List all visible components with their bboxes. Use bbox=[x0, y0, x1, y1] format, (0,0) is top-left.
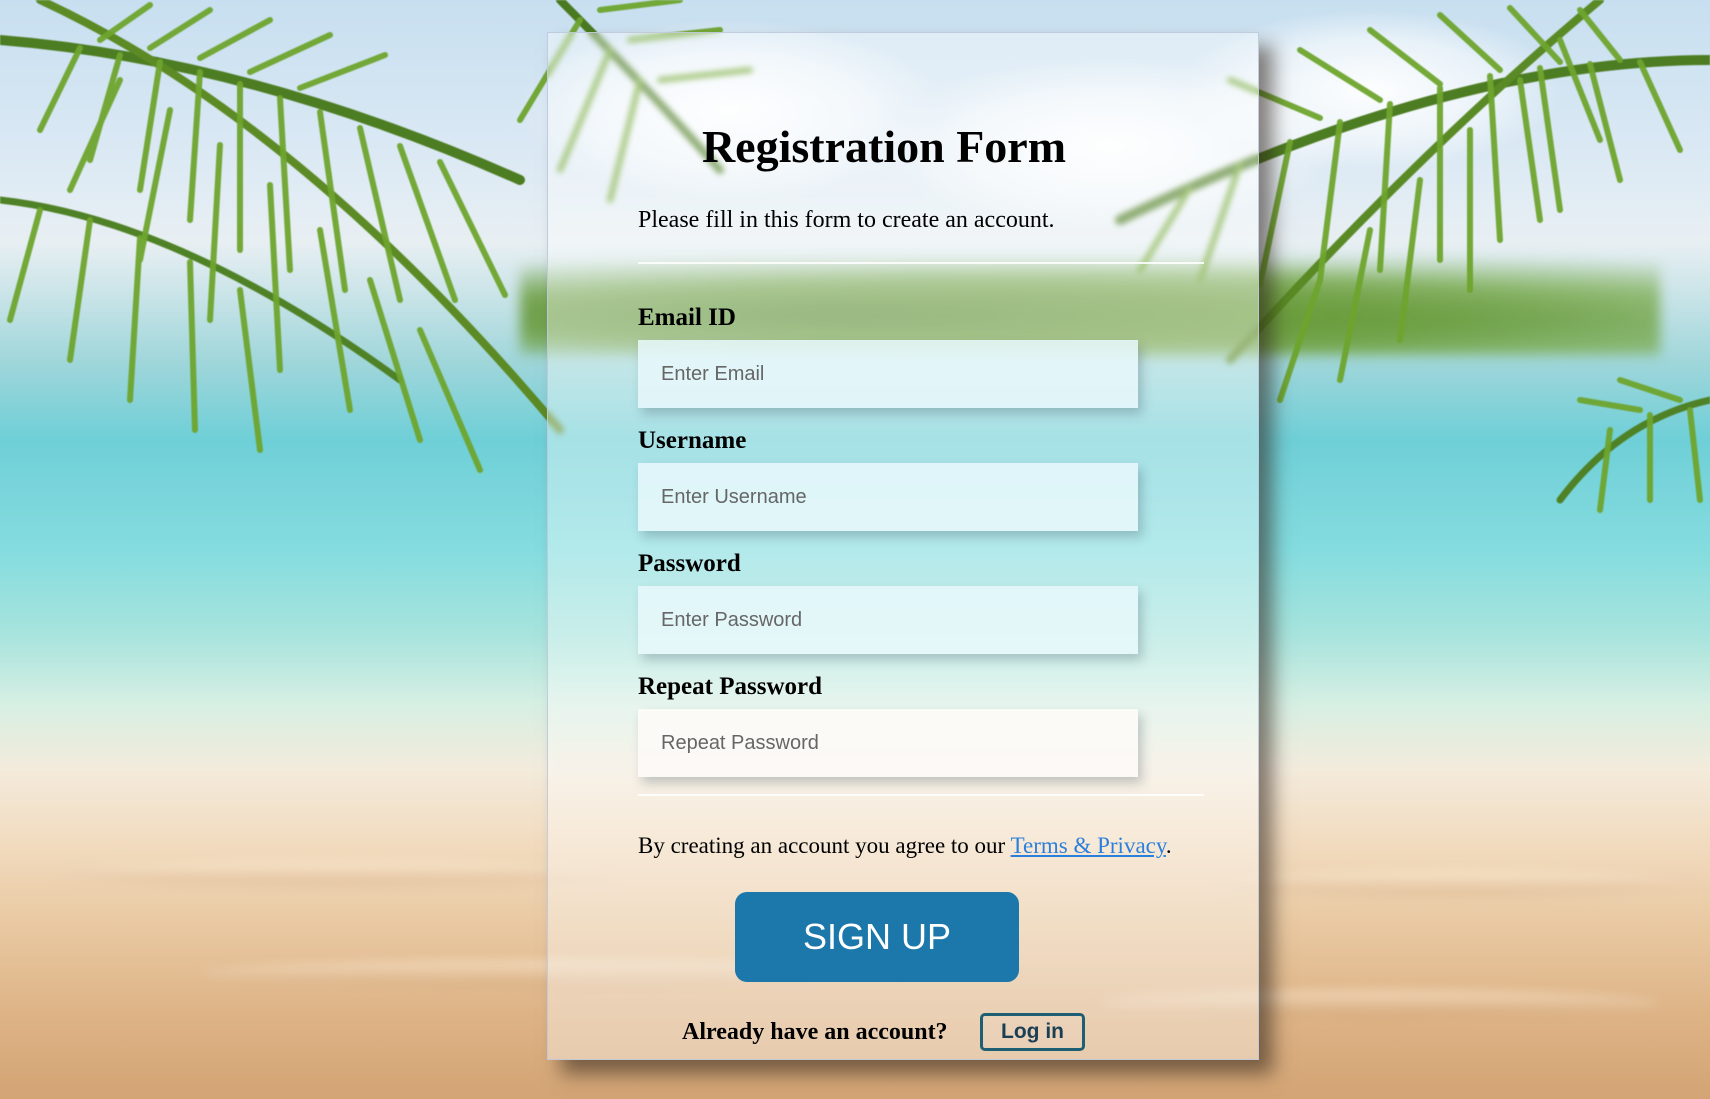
sand-ripple bbox=[1220, 870, 1690, 896]
login-button[interactable]: Log in bbox=[980, 1013, 1085, 1051]
repeat-password-field[interactable] bbox=[638, 709, 1138, 777]
already-have-account-text: Already have an account? bbox=[682, 1019, 948, 1045]
terms-prefix: By creating an account you agree to our bbox=[638, 833, 1011, 858]
terms-suffix: . bbox=[1165, 833, 1172, 858]
signup-button[interactable]: SIGN UP bbox=[735, 892, 1019, 982]
password-field[interactable] bbox=[638, 586, 1138, 654]
email-field[interactable] bbox=[638, 340, 1138, 408]
bottom-divider bbox=[638, 794, 1204, 796]
username-label: Username bbox=[638, 427, 747, 454]
terms-text: By creating an account you agree to our … bbox=[638, 830, 1172, 862]
form-subtitle: Please fill in this form to create an ac… bbox=[638, 207, 1055, 233]
terms-privacy-link[interactable]: Terms & Privacy bbox=[1011, 833, 1166, 858]
password-label: Password bbox=[638, 550, 741, 577]
top-divider bbox=[638, 262, 1204, 264]
repeat-password-label: Repeat Password bbox=[638, 673, 823, 700]
username-field[interactable] bbox=[638, 463, 1138, 531]
email-label: Email ID bbox=[638, 304, 736, 331]
sand-ripple bbox=[60, 860, 620, 886]
form-title: Registration Form bbox=[701, 121, 1067, 172]
